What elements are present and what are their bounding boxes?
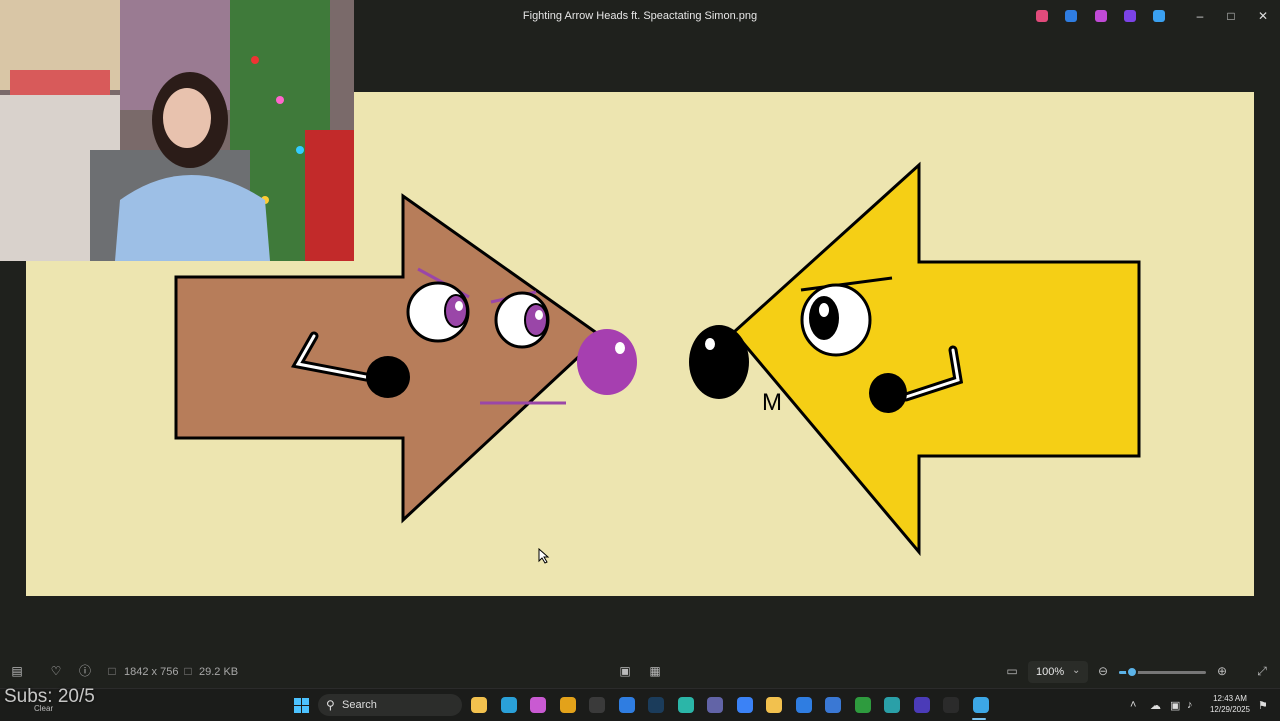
chevron-up-icon[interactable]: ˄ (1130, 699, 1136, 711)
zoom-slider-thumb[interactable] (1126, 666, 1139, 678)
clock-time: 12:43 AM (1213, 694, 1247, 703)
info-icon[interactable]: ⓘ (78, 664, 92, 678)
notes-app-icon[interactable] (913, 697, 930, 713)
maximize-icon[interactable]: □ (1221, 6, 1241, 26)
zoom-value: 100% (1036, 666, 1065, 678)
crop-scan-icon[interactable]: ▦ (648, 664, 662, 678)
purple-app-icon[interactable] (1124, 10, 1136, 22)
fit-to-window-icon[interactable]: ▭ (1005, 664, 1019, 678)
azure-app-icon[interactable] (618, 697, 635, 713)
network-cloud-icon[interactable]: ☁ (1150, 699, 1161, 712)
health-icon[interactable] (736, 697, 753, 713)
app-teal-icon[interactable] (677, 697, 694, 713)
xbox-icon[interactable] (854, 697, 871, 713)
notification-bell-icon[interactable]: ⚑ (1258, 699, 1268, 712)
obs-icon[interactable] (943, 697, 959, 713)
zoom-in-icon[interactable]: ⊕ (1215, 664, 1229, 678)
zoom-dropdown[interactable]: 100% ⌄ (1028, 661, 1088, 683)
file-size-icon: □ (184, 664, 192, 678)
clipchamp-icon[interactable] (1095, 10, 1107, 22)
yellow-arrow (731, 161, 1141, 557)
minimize-icon[interactable]: – (1190, 6, 1210, 26)
search-icon: ⚲ (326, 698, 335, 712)
edge-icon[interactable] (500, 697, 517, 713)
copilot-icon[interactable] (1036, 10, 1048, 22)
zoom-slider[interactable] (1119, 666, 1206, 678)
image-dimensions: 1842 x 756 (124, 666, 179, 678)
taskbar: ⚲ Search ˄ ☁ ▣ ♪ 12:43 AM 12/29/2025 ⚑ (0, 688, 1280, 721)
folder-icon[interactable] (766, 697, 782, 713)
clock-date: 12/29/2025 (1209, 705, 1251, 714)
designer-icon[interactable] (1065, 10, 1077, 22)
copilot-app-icon[interactable] (530, 697, 546, 713)
file-size: 29.2 KB (199, 666, 239, 678)
system-clock[interactable]: 12:43 AM 12/29/2025 (1202, 693, 1258, 715)
mouse-cursor-icon (538, 548, 550, 564)
display-icon[interactable]: ▣ (1170, 699, 1180, 712)
close-icon[interactable]: ✕ (1253, 6, 1273, 26)
brown-fist (366, 356, 410, 398)
windows-start-icon[interactable] (294, 698, 309, 713)
black-nose (689, 325, 749, 399)
teams-icon[interactable] (707, 697, 723, 713)
store-icon[interactable] (825, 697, 841, 713)
file-explorer-app-icon[interactable] (471, 697, 487, 713)
filmstrip-icon[interactable]: ▤ (10, 664, 24, 678)
webcam-overlay (0, 0, 354, 261)
chevron-down-icon: ⌄ (1072, 665, 1081, 676)
steam-icon[interactable] (648, 697, 664, 713)
status-bar: ▤ ♡ ⓘ □ 1842 x 756 □ 29.2 KB ▣ ▦ ▭ 100% … (0, 656, 1280, 688)
focus-icon[interactable]: ▣ (618, 664, 632, 678)
photos-icon[interactable] (972, 697, 989, 713)
mail-icon[interactable] (795, 697, 812, 713)
volume-icon[interactable]: ♪ (1187, 699, 1193, 711)
taskbar-search[interactable]: ⚲ Search (318, 694, 462, 716)
yellow-fist (869, 373, 907, 413)
dimensions-icon: □ (108, 664, 116, 678)
search-label: Search (342, 699, 377, 711)
globe-app-icon[interactable] (884, 697, 900, 713)
chrome-icon[interactable] (559, 697, 576, 713)
weather-label: Clear (34, 704, 54, 713)
heart-icon[interactable]: ♡ (49, 664, 63, 678)
zoom-out-icon[interactable]: ⊖ (1096, 664, 1110, 678)
epic-games-icon[interactable] (589, 697, 605, 713)
purple-nose (577, 329, 637, 395)
onedrive-icon[interactable] (1153, 10, 1165, 22)
letter-mark: M (762, 389, 782, 416)
fullscreen-icon[interactable]: ⤢ (1255, 664, 1269, 678)
